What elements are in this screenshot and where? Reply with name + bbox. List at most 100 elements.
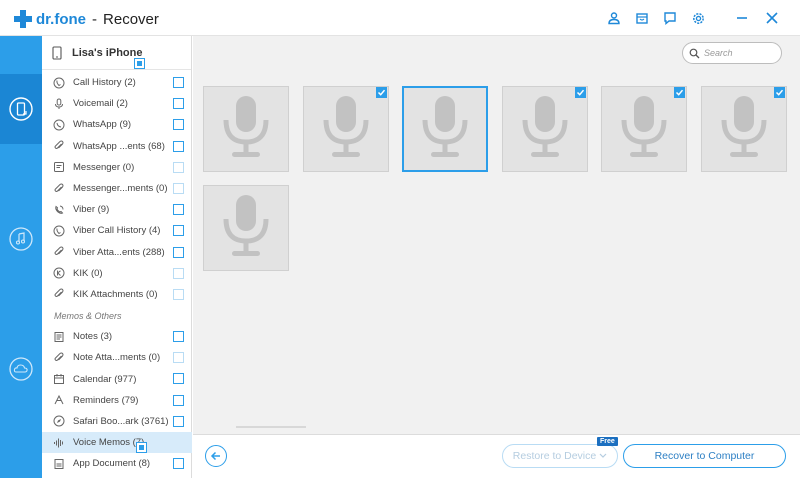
tile-checkbox[interactable]	[375, 87, 387, 98]
category-item[interactable]: WhatsApp ...ents (68)	[42, 136, 192, 157]
category-item[interactable]: Messenger (0)	[42, 157, 192, 178]
minimize-icon[interactable]	[732, 8, 752, 28]
restore-to-device-button[interactable]: Restore to Device	[502, 444, 618, 468]
category-checkbox[interactable]	[173, 119, 184, 131]
voice-memo-tile[interactable]	[203, 86, 289, 172]
rail-recover-from-itunes[interactable]	[0, 204, 42, 274]
voice-memo-tile[interactable]	[501, 86, 588, 172]
tile-checkbox[interactable]	[773, 87, 785, 98]
category-item[interactable]: Note Atta...ments (0)	[42, 347, 192, 368]
phone-icon	[52, 45, 62, 60]
rail-recover-from-device[interactable]	[0, 74, 42, 144]
category-checkbox[interactable]	[173, 352, 184, 364]
attachment-icon	[52, 139, 66, 153]
category-label: Calendar (977)	[73, 373, 137, 385]
voice-memo-tile[interactable]	[700, 86, 787, 172]
phone-recover-icon	[9, 97, 33, 121]
search-input[interactable]: Search	[704, 48, 733, 58]
whatsapp-icon	[52, 118, 66, 132]
category-item[interactable]: Calendar (977)	[42, 368, 192, 389]
kik-icon	[52, 266, 66, 280]
category-checkbox[interactable]	[173, 394, 184, 406]
calendar-icon	[52, 372, 66, 386]
category-checkbox[interactable]	[173, 204, 184, 216]
category-checkbox[interactable]	[173, 225, 184, 237]
category-item[interactable]: Notes (3)	[42, 326, 192, 347]
category-label: Call History (2)	[73, 77, 136, 89]
category-item[interactable]: Viber Atta...ents (288)	[42, 242, 192, 263]
category-item[interactable]: WhatsApp (9)	[42, 114, 192, 135]
title-separator: -	[92, 10, 98, 28]
category-item[interactable]: Voicemail (2)	[42, 93, 192, 114]
rail-recover-from-icloud[interactable]	[0, 334, 42, 404]
category-checkbox[interactable]	[173, 288, 184, 300]
chevron-down-icon	[599, 453, 607, 458]
category-label: Reminders (79)	[73, 394, 139, 406]
voice-memo-tile[interactable]	[302, 86, 389, 172]
category-checkbox[interactable]	[173, 415, 184, 427]
voice-memo-tile[interactable]	[601, 86, 687, 172]
content-area: Search	[193, 36, 800, 434]
microphone-icon	[216, 92, 276, 167]
category-checkbox[interactable]	[173, 246, 184, 258]
tile-checkbox[interactable]	[574, 87, 586, 98]
document-icon	[52, 457, 66, 471]
category-item[interactable]: Safari Boo...ark (3761)	[42, 411, 192, 432]
category-item[interactable]: App Document (8)	[42, 453, 192, 474]
back-button[interactable]	[205, 445, 227, 467]
category-label: WhatsApp ...ents (68)	[73, 140, 165, 152]
microphone-icon	[515, 92, 575, 167]
category-label: Notes (3)	[73, 331, 113, 343]
attachment-icon	[52, 182, 66, 196]
reminders-icon	[52, 393, 66, 407]
microphone-icon	[415, 92, 475, 167]
phone-icon	[52, 224, 66, 238]
settings-icon[interactable]	[688, 8, 708, 28]
category-label: WhatsApp (9)	[73, 119, 132, 131]
category-checkbox[interactable]	[173, 77, 184, 88]
voice-memo-tile[interactable]	[402, 86, 488, 172]
category-checkbox[interactable]	[173, 161, 184, 173]
microphone-icon	[216, 191, 276, 266]
category-checkbox[interactable]	[173, 182, 184, 194]
category-checkbox[interactable]	[173, 98, 184, 110]
category-item[interactable]: Viber (9)	[42, 199, 192, 220]
category-checkbox[interactable]	[173, 267, 184, 279]
messenger-icon	[52, 160, 66, 174]
brand-name: dr.fone	[36, 10, 87, 28]
search-box[interactable]: Search	[682, 42, 782, 64]
phone-icon	[52, 76, 66, 90]
category-item[interactable]: Call History (2)	[42, 72, 192, 93]
category-checkbox[interactable]	[173, 140, 184, 152]
category-checkbox[interactable]	[173, 331, 184, 343]
tile-checkbox[interactable]	[674, 87, 685, 98]
horizontal-scrollbar[interactable]	[236, 426, 306, 428]
app-logo: dr.fone - Recover	[14, 10, 159, 28]
device-select-all-checkbox[interactable]	[134, 58, 146, 69]
category-item[interactable]: Messenger...ments (0)	[42, 178, 192, 199]
category-item[interactable]: Reminders (79)	[42, 390, 192, 411]
category-label: KIK (0)	[73, 267, 103, 279]
category-panel: Lisa's iPhone Call History (2) Voicemail …	[42, 36, 192, 478]
category-label: Voice Memos (7)	[73, 437, 145, 449]
mode-rail	[0, 36, 42, 478]
category-item[interactable]: KIK (0)	[42, 263, 192, 284]
mic-icon	[52, 97, 66, 111]
restore-label: Restore to Device	[512, 450, 597, 462]
category-item[interactable]: Voice Memos (7)	[42, 432, 192, 454]
recover-to-computer-button[interactable]: Recover to Computer	[623, 444, 786, 468]
category-checkbox[interactable]	[136, 442, 148, 454]
cart-icon[interactable]	[632, 8, 652, 28]
category-label: Messenger...ments (0)	[73, 183, 168, 195]
category-item[interactable]: KIK Attachments (0)	[42, 284, 192, 305]
device-header[interactable]: Lisa's iPhone	[42, 36, 191, 70]
category-checkbox[interactable]	[173, 458, 184, 470]
icloud-icon	[9, 357, 33, 381]
close-icon[interactable]	[762, 8, 782, 28]
search-icon	[689, 48, 700, 58]
voice-memo-tile[interactable]	[203, 185, 289, 271]
feedback-icon[interactable]	[660, 8, 680, 28]
category-checkbox[interactable]	[173, 373, 184, 385]
user-icon[interactable]	[604, 8, 624, 28]
category-item[interactable]: Viber Call History (4)	[42, 220, 192, 241]
